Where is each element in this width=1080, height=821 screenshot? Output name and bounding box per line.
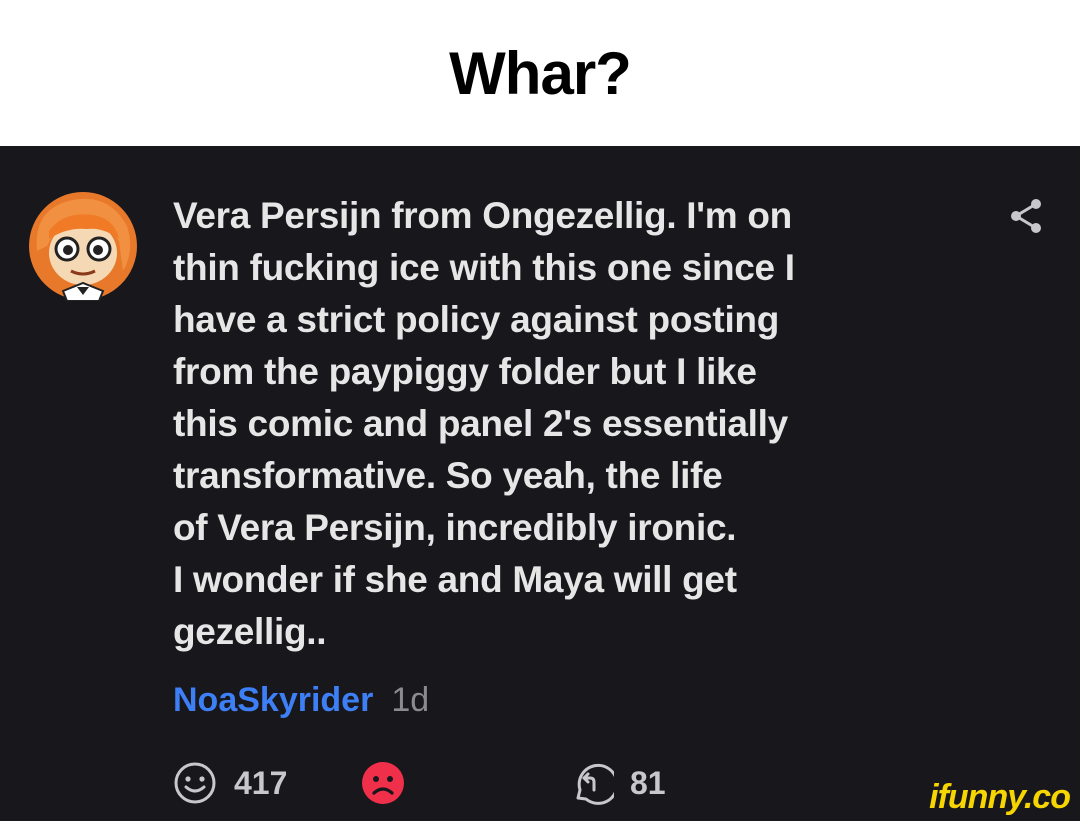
username-link[interactable]: NoaSkyrider (173, 681, 373, 719)
caption-bar: Whar? (0, 0, 1080, 146)
caption-title: Whar? (449, 39, 632, 107)
smile-icon (174, 762, 216, 804)
comment-line: Vera Persijn from Ongezellig. I'm on (173, 195, 792, 236)
smile-button[interactable]: 417 (172, 758, 287, 808)
comment-line: thin fucking ice with this one since I (173, 247, 795, 288)
comment-line: transformative. So yeah, the life (173, 455, 723, 496)
comment-line: have a strict policy against posting (173, 299, 780, 340)
reply-button[interactable]: 81 (568, 758, 666, 808)
avatar[interactable] (23, 191, 143, 301)
comment-age: 1d (391, 681, 430, 719)
comment-line: gezellig.. (173, 611, 327, 652)
smile-count: 417 (234, 764, 288, 801)
comment-meta: NoaSkyrider 1d (173, 681, 429, 720)
ifunny-watermark: ifunny.co (929, 778, 1071, 816)
frown-icon (362, 762, 404, 804)
reply-icon (576, 763, 614, 805)
comment-actions: 417 81 (0, 758, 1080, 808)
comment-line: I wonder if she and Maya will get (173, 559, 737, 600)
comment-screenshot: Vera Persijn from Ongezellig. I'm on thi… (0, 146, 1080, 821)
comment-line: this comic and panel 2's essentially (173, 403, 788, 444)
comment-line: from the paypiggy folder but I like (173, 351, 757, 392)
frown-button[interactable] (360, 758, 406, 808)
reply-count: 81 (630, 764, 666, 801)
share-icon[interactable] (1004, 194, 1048, 238)
comment-text: Vera Persijn from Ongezellig. I'm on thi… (173, 190, 933, 658)
comment-line: of Vera Persijn, incredibly ironic. (173, 507, 737, 548)
